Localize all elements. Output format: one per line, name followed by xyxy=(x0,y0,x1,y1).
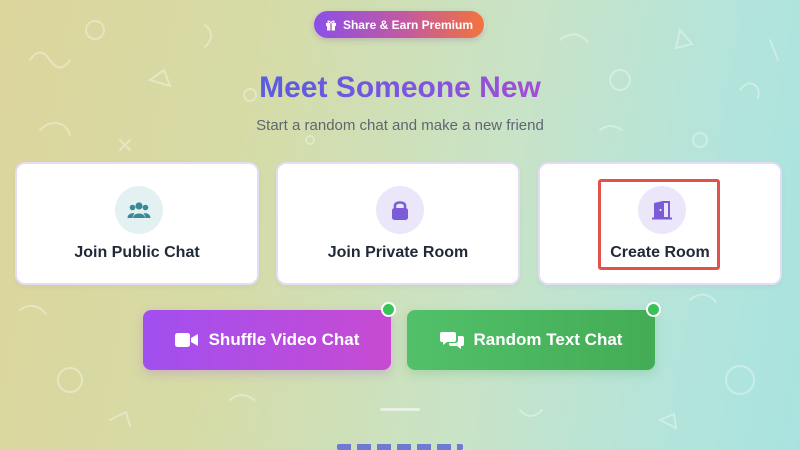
gift-icon xyxy=(325,20,336,30)
page-title-text: Meet Someone New xyxy=(259,71,541,104)
lock-icon xyxy=(376,186,424,234)
video-online-indicator xyxy=(381,302,396,317)
join-public-chat-label: Join Public Chat xyxy=(74,244,200,261)
users-icon xyxy=(115,186,163,234)
promo-label: Share & Earn Premium xyxy=(342,17,474,32)
random-text-chat-label: Random Text Chat xyxy=(473,330,623,349)
share-earn-premium-button[interactable]: Share & Earn Premium xyxy=(314,11,484,38)
text-online-indicator xyxy=(646,302,661,317)
page-title: Meet Someone New xyxy=(0,68,800,108)
chat-bubbles-icon xyxy=(439,332,464,349)
next-section-heading-peek xyxy=(337,440,463,450)
page-subtitle: Start a random chat and make a new frien… xyxy=(256,117,544,134)
video-camera-icon xyxy=(174,333,198,347)
selection-highlight xyxy=(598,179,720,270)
shuffle-video-chat-label: Shuffle Video Chat xyxy=(208,330,360,349)
join-private-room-label: Join Private Room xyxy=(327,244,469,261)
section-divider xyxy=(380,408,420,411)
create-room-card[interactable]: Create Room xyxy=(538,162,782,285)
random-text-chat-button[interactable]: Random Text Chat xyxy=(407,310,655,370)
join-private-room-card[interactable]: Join Private Room xyxy=(276,162,520,285)
shuffle-video-chat-button[interactable]: Shuffle Video Chat xyxy=(143,310,391,370)
join-public-chat-card[interactable]: Join Public Chat xyxy=(15,162,259,285)
